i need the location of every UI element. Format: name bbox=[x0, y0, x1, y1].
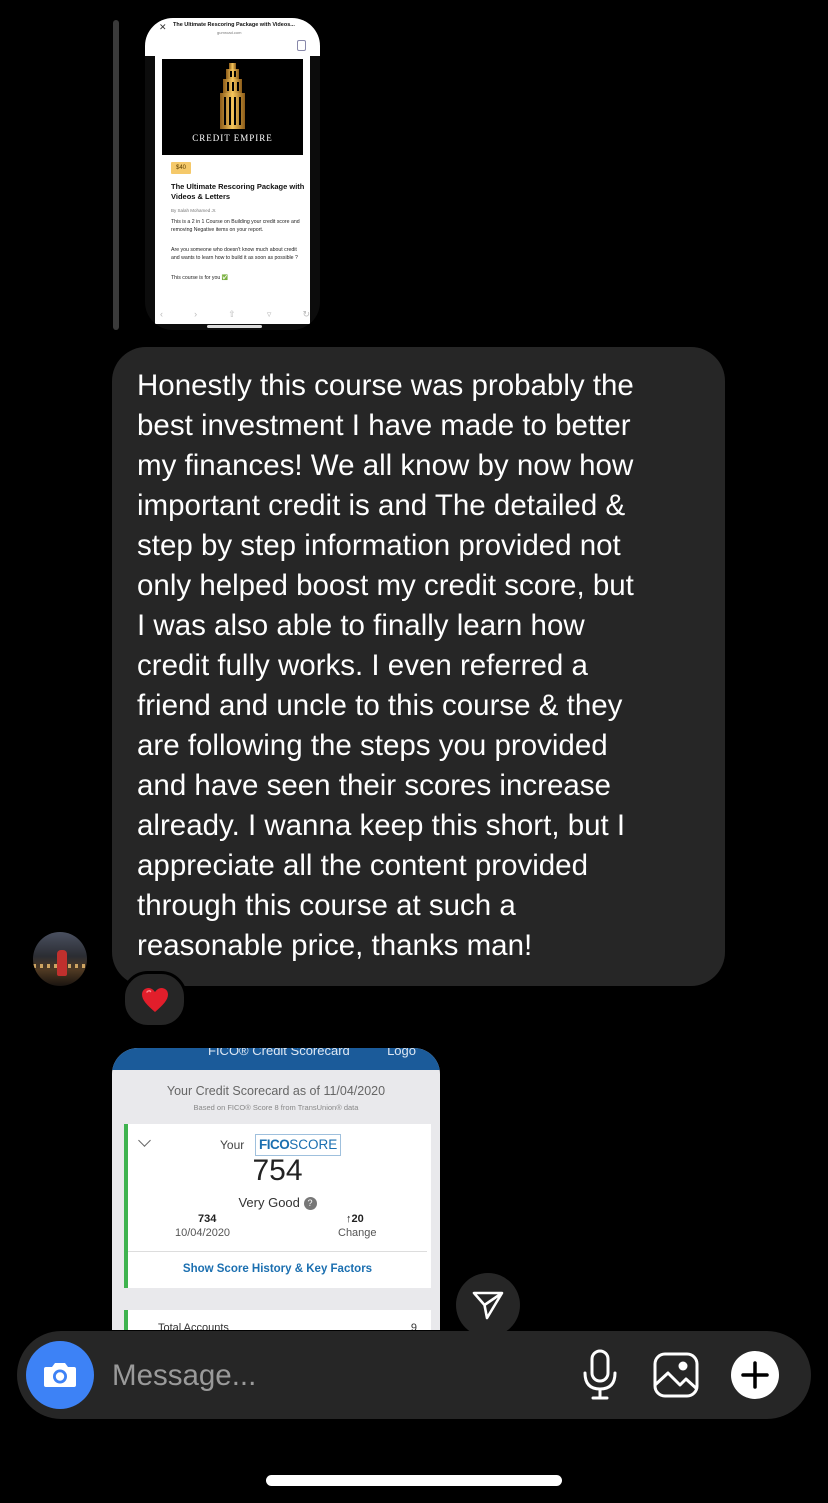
logo-bold: FICO bbox=[259, 1137, 290, 1152]
browser-title: The Ultimate Rescoring Package with Vide… bbox=[173, 22, 295, 28]
avatar-figure bbox=[57, 950, 67, 976]
fico-header: FICO® Credit Scorecard Logo bbox=[112, 1048, 440, 1070]
accounts-value: 9 bbox=[410, 1322, 417, 1330]
product-hero: CREDIT EMPIRE bbox=[162, 59, 303, 155]
reader-icon bbox=[297, 40, 306, 51]
message-text: Honestly this course was probably the be… bbox=[137, 369, 634, 962]
bookmark-icon: ▿ bbox=[266, 308, 272, 319]
score-change: ↑20 bbox=[346, 1213, 364, 1225]
scorecard-basis: Based on FICO® Score 8 from TransUnion® … bbox=[193, 1103, 359, 1112]
fico-header-right: Logo bbox=[387, 1048, 416, 1058]
forward-icon: › bbox=[194, 309, 198, 319]
change-label: Change bbox=[338, 1227, 377, 1239]
price-badge: $40 bbox=[171, 162, 191, 174]
product-description-1: This is a 2 in 1 Course on Building your… bbox=[171, 219, 300, 233]
your-label: Your bbox=[220, 1138, 245, 1152]
avatar[interactable] bbox=[33, 932, 87, 986]
back-icon: ‹ bbox=[160, 309, 163, 319]
gallery-icon bbox=[653, 1352, 699, 1398]
voice-message-button[interactable] bbox=[578, 1348, 622, 1402]
browser-url: gumroad.com bbox=[217, 30, 242, 35]
reaction-badge[interactable] bbox=[122, 971, 187, 1028]
building-logo-icon bbox=[220, 63, 245, 129]
chevron-down-icon bbox=[138, 1134, 151, 1147]
author-line: By Salah Mohamed Jr. bbox=[171, 208, 217, 213]
score-card: Your FICOSCORE 754 Very Good ? 734 10/04… bbox=[124, 1124, 431, 1288]
fico-score-logo: FICOSCORE bbox=[255, 1134, 342, 1156]
help-icon: ? bbox=[303, 1197, 317, 1210]
reload-icon: ↻ bbox=[302, 308, 310, 319]
product-description-2: Are you someone who doesn't know much ab… bbox=[171, 247, 298, 261]
reply-indicator-bar bbox=[113, 20, 119, 330]
screenshot-home-indicator bbox=[207, 325, 262, 328]
product-heading: The Ultimate Rescoring Package with Vide… bbox=[171, 182, 305, 201]
plus-icon bbox=[731, 1351, 779, 1399]
score-history-link: Show Score History & Key Factors bbox=[182, 1263, 373, 1275]
accounts-card: Total Accounts 9 bbox=[124, 1310, 431, 1330]
message-bubble[interactable]: Honestly this course was probably the be… bbox=[112, 347, 725, 986]
accounts-label: Total Accounts bbox=[158, 1322, 229, 1330]
share-icon: ⇧ bbox=[228, 308, 236, 319]
shared-post-screenshot[interactable]: ✕ The Ultimate Rescoring Package with Vi… bbox=[145, 18, 320, 330]
product-page: CREDIT EMPIRE $40 The Ultimate Rescoring… bbox=[155, 56, 310, 324]
browser-nav-bar: ‹ › ⇧ ▿ ↻ bbox=[160, 303, 310, 325]
previous-score: 734 bbox=[198, 1213, 217, 1225]
gallery-button[interactable] bbox=[649, 1348, 703, 1402]
close-icon: ✕ bbox=[159, 22, 167, 32]
fico-screenshot[interactable]: FICO® Credit Scorecard Logo Your Credit … bbox=[112, 1048, 440, 1330]
send-icon bbox=[472, 1291, 504, 1320]
previous-date: 10/04/2020 bbox=[175, 1227, 231, 1239]
scorecard-date: Your Credit Scorecard as of 11/04/2020 bbox=[166, 1084, 386, 1098]
product-description-3: This course is for you ✅ bbox=[171, 275, 229, 281]
rating-text: Very Good bbox=[238, 1195, 300, 1210]
credit-score: 754 bbox=[252, 1154, 303, 1187]
fico-header-title: FICO® Credit Scorecard bbox=[208, 1048, 350, 1058]
heart-icon bbox=[141, 987, 168, 1012]
camera-icon bbox=[44, 1363, 76, 1387]
camera-button[interactable] bbox=[26, 1341, 94, 1409]
divider bbox=[128, 1251, 427, 1252]
share-button[interactable] bbox=[456, 1273, 520, 1337]
logo-light: SCORE bbox=[289, 1137, 338, 1152]
browser-header: ✕ The Ultimate Rescoring Package with Vi… bbox=[145, 18, 320, 56]
more-button[interactable] bbox=[728, 1348, 782, 1402]
message-input[interactable] bbox=[112, 1353, 552, 1399]
microphone-icon bbox=[583, 1349, 617, 1400]
brand-name: CREDIT EMPIRE bbox=[192, 133, 273, 143]
score-rating: Very Good ? bbox=[128, 1195, 427, 1210]
home-indicator bbox=[266, 1475, 562, 1486]
